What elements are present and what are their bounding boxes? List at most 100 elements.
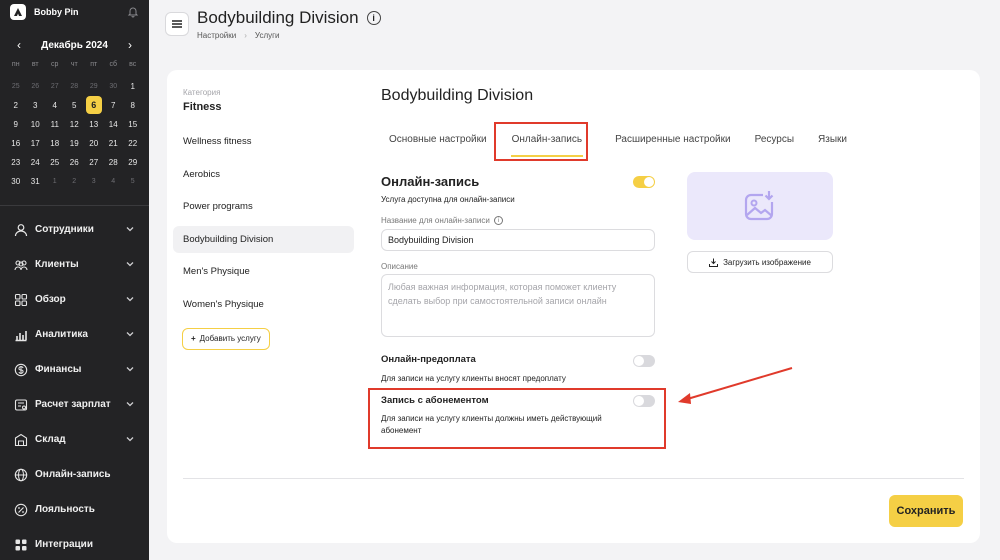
- tab-1[interactable]: Основные настройки: [381, 131, 487, 153]
- calendar-day[interactable]: 18: [45, 134, 65, 153]
- calendar-day[interactable]: 8: [123, 96, 143, 115]
- calendar-day[interactable]: 15: [123, 115, 143, 134]
- info-icon[interactable]: i: [493, 216, 503, 225]
- calendar-day[interactable]: 25: [45, 153, 65, 172]
- service-list-item[interactable]: Aerobics: [173, 161, 354, 188]
- annotation-box-tab: [494, 122, 588, 161]
- image-placeholder[interactable]: [687, 172, 833, 240]
- save-button[interactable]: Сохранить: [889, 495, 963, 527]
- calendar-day[interactable]: 5: [123, 172, 143, 191]
- users-icon: [14, 258, 28, 272]
- sidebar-item-1[interactable]: Сотрудники: [0, 212, 149, 247]
- menu-button[interactable]: [165, 12, 189, 36]
- tab-5[interactable]: Языки: [810, 131, 847, 153]
- calendar-day[interactable]: 23: [6, 153, 26, 172]
- chart-icon: [14, 328, 28, 342]
- sidebar-item-5[interactable]: Финансы: [0, 352, 149, 387]
- calendar-day[interactable]: 13: [84, 115, 104, 134]
- upload-image-button[interactable]: Загрузить изображение: [687, 251, 833, 273]
- online-name-input[interactable]: Bodybuilding Division: [381, 229, 655, 251]
- calendar-day[interactable]: 4: [45, 96, 65, 115]
- subscription-toggle[interactable]: [633, 395, 655, 407]
- calendar-day[interactable]: 29: [123, 153, 143, 172]
- calendar-day[interactable]: 3: [26, 96, 46, 115]
- calendar-day[interactable]: 4: [104, 172, 124, 191]
- calendar-day[interactable]: 9: [6, 115, 26, 134]
- calendar-day[interactable]: 17: [26, 134, 46, 153]
- chevron-down-icon: [125, 291, 135, 309]
- service-list-item[interactable]: Men's Physique: [173, 258, 354, 285]
- calendar-day[interactable]: 14: [104, 115, 124, 134]
- sidebar-nav: Сотрудники Клиенты Обзор Аналитика Финансы Ра…: [0, 212, 149, 560]
- calendar-day[interactable]: 10: [26, 115, 46, 134]
- breadcrumb-services[interactable]: Услуги: [255, 31, 280, 40]
- calendar-day[interactable]: 27: [45, 77, 65, 96]
- calendar-day[interactable]: 6: [84, 96, 104, 115]
- breadcrumb-settings[interactable]: Настройки: [197, 31, 236, 40]
- calendar-day[interactable]: 3: [84, 172, 104, 191]
- payroll-icon: [14, 398, 28, 412]
- calendar-day[interactable]: 2: [6, 96, 26, 115]
- calendar-day[interactable]: 1: [45, 172, 65, 191]
- sidebar-item-10[interactable]: Интеграции: [0, 527, 149, 560]
- calendar-day[interactable]: 27: [84, 153, 104, 172]
- online-name-label-text: Название для онлайн-записи: [381, 216, 490, 225]
- tab-4[interactable]: Ресурсы: [747, 131, 794, 153]
- calendar-day[interactable]: 16: [6, 134, 26, 153]
- info-icon[interactable]: i: [366, 11, 381, 25]
- grid-icon: [14, 293, 28, 307]
- tab-bar: Основные настройки Онлайн-запись Расширенн…: [381, 131, 863, 157]
- plus-icon: +: [191, 334, 196, 343]
- calendar-day[interactable]: 31: [26, 172, 46, 191]
- calendar-day[interactable]: 21: [104, 134, 124, 153]
- calendar-day[interactable]: 25: [6, 77, 26, 96]
- calendar-day[interactable]: 26: [65, 153, 85, 172]
- calendar-day[interactable]: 12: [65, 115, 85, 134]
- bell-icon[interactable]: [127, 6, 139, 18]
- service-list-item[interactable]: Bodybuilding Division: [173, 225, 354, 253]
- sidebar-item-7[interactable]: Склад: [0, 422, 149, 457]
- sidebar-item-2[interactable]: Клиенты: [0, 247, 149, 282]
- tab-3[interactable]: Расширенные настройки: [607, 131, 731, 153]
- upload-image-label: Загрузить изображение: [723, 257, 811, 267]
- calendar-day[interactable]: 28: [65, 77, 85, 96]
- footer-divider: [183, 478, 964, 479]
- subscription-description-line2: абонемент: [381, 426, 422, 435]
- service-list-item[interactable]: Women's Physique: [173, 291, 354, 318]
- chevron-down-icon: [125, 326, 135, 344]
- calendar-day[interactable]: 30: [104, 77, 124, 96]
- calendar-day[interactable]: 1: [123, 77, 143, 96]
- add-service-button[interactable]: + Добавить услугу: [182, 328, 270, 350]
- prepay-toggle[interactable]: [633, 355, 655, 367]
- calendar-header: ‹ Декабрь 2024 ›: [0, 38, 149, 52]
- sidebar-item-4[interactable]: Аналитика: [0, 317, 149, 352]
- service-list-item[interactable]: Power programs: [173, 193, 354, 220]
- description-textarea[interactable]: Любая важная информация, которая поможет…: [381, 274, 655, 337]
- calendar-day[interactable]: 2: [65, 172, 85, 191]
- sidebar-item-9[interactable]: Лояльность: [0, 492, 149, 527]
- calendar-day[interactable]: 7: [104, 96, 124, 115]
- service-list-item[interactable]: Wellness fitness: [173, 128, 354, 155]
- online-booking-toggle[interactable]: [633, 176, 655, 188]
- sidebar-item-label: Лояльность: [35, 504, 95, 515]
- calendar-day[interactable]: 11: [45, 115, 65, 134]
- calendar-day[interactable]: 28: [104, 153, 124, 172]
- calendar-day[interactable]: 26: [26, 77, 46, 96]
- service-card: Категория Fitness Wellness fitness Aerobi…: [167, 70, 980, 543]
- calendar-day[interactable]: 19: [65, 134, 85, 153]
- sidebar-item-8[interactable]: Онлайн-запись: [0, 457, 149, 492]
- calendar-next-button[interactable]: ›: [123, 38, 137, 52]
- calendar-day[interactable]: 24: [26, 153, 46, 172]
- weekday-label: вт: [31, 61, 39, 68]
- calendar-day[interactable]: 5: [65, 96, 85, 115]
- calendar-day[interactable]: 30: [6, 172, 26, 191]
- sidebar-item-3[interactable]: Обзор: [0, 282, 149, 317]
- calendar-day[interactable]: 29: [84, 77, 104, 96]
- calendar-prev-button[interactable]: ‹: [12, 38, 26, 52]
- globe-icon: [14, 468, 28, 482]
- brand-name: Bobby Pin: [34, 7, 79, 17]
- calendar-day[interactable]: 22: [123, 134, 143, 153]
- calendar-day[interactable]: 20: [84, 134, 104, 153]
- sidebar-item-6[interactable]: Расчет зарплат: [0, 387, 149, 422]
- weekday-label: ср: [51, 61, 59, 68]
